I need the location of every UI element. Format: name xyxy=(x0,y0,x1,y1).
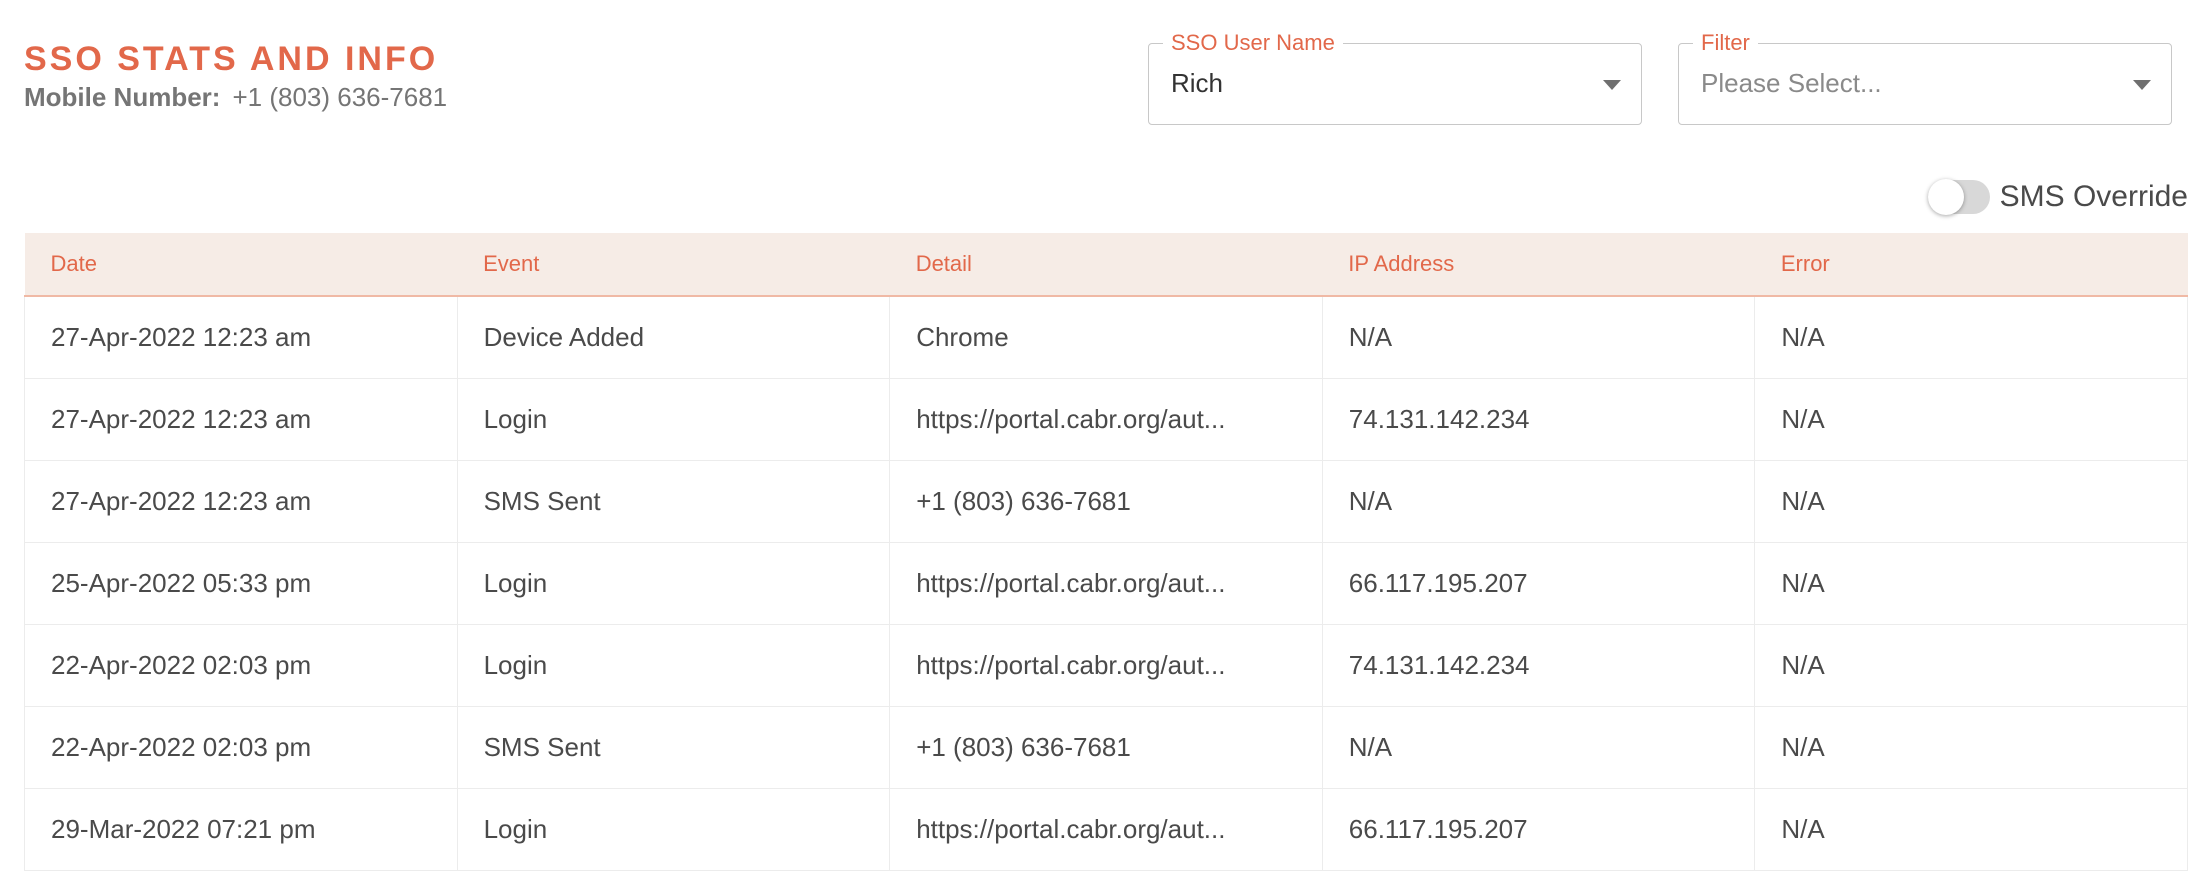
page-title: SSO STATS AND INFO xyxy=(24,40,439,78)
table-row[interactable]: 22-Apr-2022 02:03 pm SMS Sent +1 (803) 6… xyxy=(24,706,2188,789)
cell-error: N/A xyxy=(1754,296,2188,379)
filter-select-label: Filter xyxy=(1693,30,1758,56)
cell-error: N/A xyxy=(1754,624,2188,707)
sso-user-select-value: Rich xyxy=(1171,68,1224,98)
column-header-event[interactable]: Event xyxy=(457,233,890,297)
cell-event: Login xyxy=(457,624,891,707)
cell-ip-address: 66.117.195.207 xyxy=(1322,542,1756,625)
sso-user-select-label: SSO User Name xyxy=(1163,30,1343,56)
mobile-number-label: Mobile Number: xyxy=(24,82,221,112)
table-row[interactable]: 27-Apr-2022 12:23 am Device Added Chrome… xyxy=(24,296,2188,379)
mobile-number-value: +1 (803) 636-7681 xyxy=(232,82,448,112)
cell-event: Login xyxy=(457,788,891,871)
toggle-knob[interactable] xyxy=(1927,179,1964,215)
chevron-down-icon[interactable] xyxy=(2133,80,2151,90)
cell-event: Device Added xyxy=(457,296,891,379)
table-row[interactable]: 22-Apr-2022 02:03 pm Login https://porta… xyxy=(24,624,2188,707)
table-row[interactable]: 27-Apr-2022 12:23 am SMS Sent +1 (803) 6… xyxy=(24,460,2188,543)
cell-date: 22-Apr-2022 02:03 pm xyxy=(24,624,458,707)
mobile-number: Mobile Number: +1 (803) 636-7681 xyxy=(24,82,447,113)
toggle-switch[interactable] xyxy=(1927,179,1990,215)
cell-ip-address: 74.131.142.234 xyxy=(1322,624,1756,707)
cell-detail: https://portal.cabr.org/aut... xyxy=(889,542,1323,625)
cell-event: Login xyxy=(457,542,891,625)
sms-override-label: SMS Override xyxy=(1999,180,2188,213)
table-row[interactable]: 29-Mar-2022 07:21 pm Login https://porta… xyxy=(24,788,2188,871)
cell-event: SMS Sent xyxy=(457,706,891,789)
cell-event: Login xyxy=(457,378,891,461)
cell-event: SMS Sent xyxy=(457,460,891,543)
filter-select[interactable]: Filter Please Select... xyxy=(1678,30,2172,125)
column-header-detail[interactable]: Detail xyxy=(889,233,1323,297)
events-table: Date Event Detail IP Address Error 27-Ap… xyxy=(24,233,2188,871)
cell-date: 25-Apr-2022 05:33 pm xyxy=(24,542,458,625)
cell-detail: https://portal.cabr.org/aut... xyxy=(889,788,1323,871)
cell-detail: +1 (803) 636-7681 xyxy=(889,706,1323,789)
cell-error: N/A xyxy=(1754,378,2188,461)
table-header-row: Date Event Detail IP Address Error xyxy=(24,233,2188,297)
cell-ip-address: N/A xyxy=(1322,296,1756,379)
cell-error: N/A xyxy=(1754,706,2188,789)
cell-detail: https://portal.cabr.org/aut... xyxy=(889,624,1323,707)
cell-ip-address: N/A xyxy=(1322,706,1756,789)
column-header-date[interactable]: Date xyxy=(24,233,458,297)
cell-error: N/A xyxy=(1754,542,2188,625)
column-header-error[interactable]: Error xyxy=(1754,233,2188,297)
filter-select-placeholder: Please Select... xyxy=(1701,68,1882,98)
cell-detail: Chrome xyxy=(889,296,1323,379)
cell-ip-address: N/A xyxy=(1322,460,1756,543)
cell-date: 29-Mar-2022 07:21 pm xyxy=(24,788,458,871)
table-row[interactable]: 27-Apr-2022 12:23 am Login https://porta… xyxy=(24,378,2188,461)
cell-ip-address: 74.131.142.234 xyxy=(1322,378,1756,461)
table-row[interactable]: 25-Apr-2022 05:33 pm Login https://porta… xyxy=(24,542,2188,625)
sso-user-select[interactable]: SSO User Name Rich xyxy=(1148,30,1642,125)
cell-ip-address: 66.117.195.207 xyxy=(1322,788,1756,871)
cell-date: 27-Apr-2022 12:23 am xyxy=(24,460,458,543)
cell-date: 27-Apr-2022 12:23 am xyxy=(24,296,458,379)
cell-detail: +1 (803) 636-7681 xyxy=(889,460,1323,543)
cell-detail: https://portal.cabr.org/aut... xyxy=(889,378,1323,461)
cell-date: 22-Apr-2022 02:03 pm xyxy=(24,706,458,789)
cell-date: 27-Apr-2022 12:23 am xyxy=(24,378,458,461)
chevron-down-icon[interactable] xyxy=(1603,80,1621,90)
cell-error: N/A xyxy=(1754,788,2188,871)
sms-override-toggle[interactable]: SMS Override xyxy=(1927,179,2188,215)
column-header-ip-address[interactable]: IP Address xyxy=(1322,233,1755,297)
cell-error: N/A xyxy=(1754,460,2188,543)
